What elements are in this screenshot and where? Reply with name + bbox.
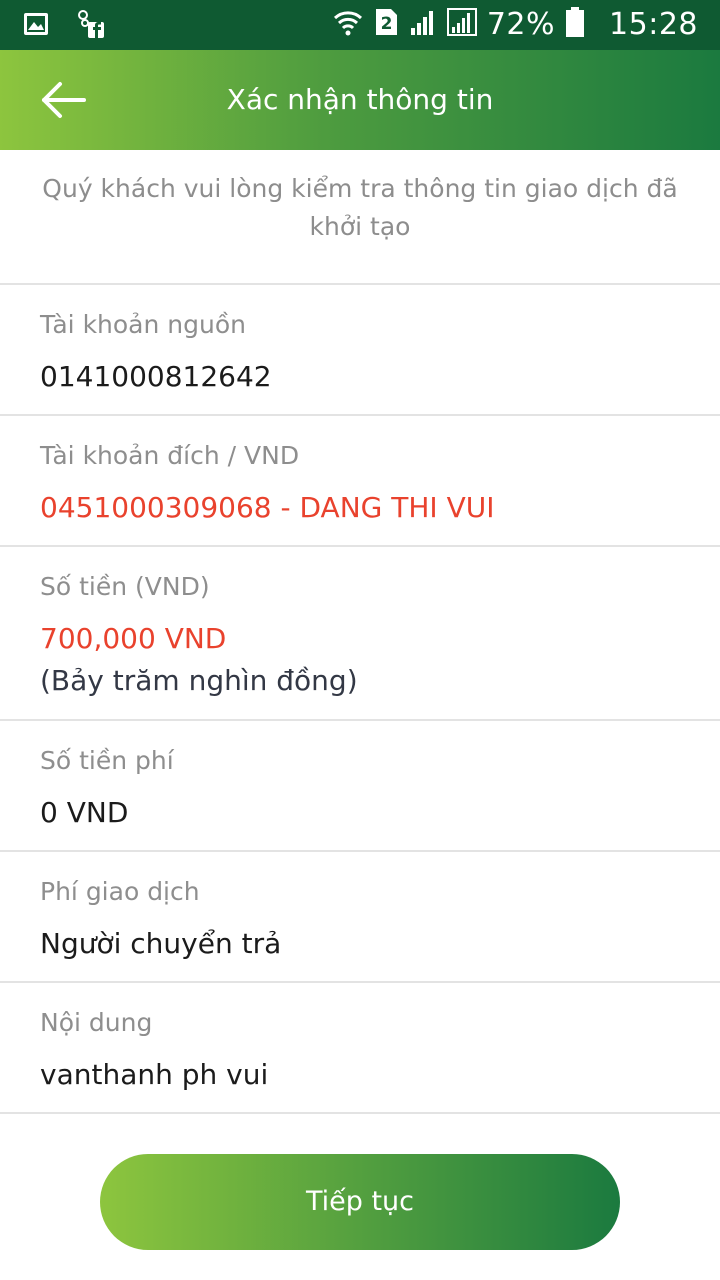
- divider: [0, 283, 720, 285]
- continue-button[interactable]: Tiếp tục: [100, 1154, 620, 1250]
- content-value: vanthanh ph vui: [40, 1058, 269, 1091]
- content-row: Nội dung vanthanh ph vui: [40, 1006, 700, 1096]
- amount-row: Số tiền (VND) 700,000 VND (Bảy trăm nghì…: [40, 570, 700, 702]
- source-account-row: Tài khoản nguồn 0141000812642: [40, 308, 700, 398]
- divider: [0, 1112, 720, 1114]
- destination-account-label: Tài khoản đích / VND: [40, 441, 300, 470]
- signal-alt-icon: [446, 8, 477, 40]
- battery-percent: 72%: [486, 6, 556, 42]
- clock: 15:28: [609, 6, 698, 42]
- fee-amount-label: Số tiền phí: [40, 746, 174, 775]
- divider: [0, 850, 720, 852]
- destination-account-row: Tài khoản đích / VND 0451000309068 - DAN…: [40, 439, 700, 529]
- svg-text:2: 2: [380, 14, 392, 34]
- amount-value: 700,000 VND: [40, 622, 227, 655]
- wifi-icon: [333, 7, 363, 41]
- status-left-icons: [22, 9, 108, 43]
- amount-in-words: (Bảy trăm nghìn đồng): [40, 664, 358, 697]
- arrow-left-icon: [42, 82, 86, 118]
- amount-label: Số tiền (VND): [40, 572, 210, 601]
- app-header: Xác nhận thông tin: [0, 50, 720, 150]
- destination-account-value: 0451000309068 - DANG THI VUI: [40, 491, 495, 524]
- divider: [0, 545, 720, 547]
- signal-icon: [409, 8, 437, 40]
- source-account-label: Tài khoản nguồn: [40, 310, 246, 339]
- fee-amount-row: Số tiền phí 0 VND: [40, 744, 700, 834]
- sim-2-icon: 2: [373, 7, 399, 41]
- fee-payer-label: Phí giao dịch: [40, 877, 200, 906]
- gallery-icon: [22, 10, 50, 42]
- source-account-value: 0141000812642: [40, 360, 272, 393]
- battery-icon: [565, 6, 585, 42]
- facebook-notification-icon: [76, 9, 108, 43]
- divider: [0, 981, 720, 983]
- status-right-icons: 2 72% 15:28: [333, 6, 698, 42]
- divider: [0, 414, 720, 416]
- page-title: Xác nhận thông tin: [226, 83, 494, 116]
- divider: [0, 719, 720, 721]
- status-bar: 2 72% 15:28: [0, 0, 720, 50]
- fee-payer-row: Phí giao dịch Người chuyển trả: [40, 875, 700, 965]
- fee-payer-value: Người chuyển trả: [40, 927, 282, 960]
- instruction-text: Quý khách vui lòng kiểm tra thông tin gi…: [42, 174, 678, 241]
- back-button[interactable]: [38, 78, 92, 122]
- fee-amount-value: 0 VND: [40, 796, 129, 829]
- content-label: Nội dung: [40, 1008, 153, 1037]
